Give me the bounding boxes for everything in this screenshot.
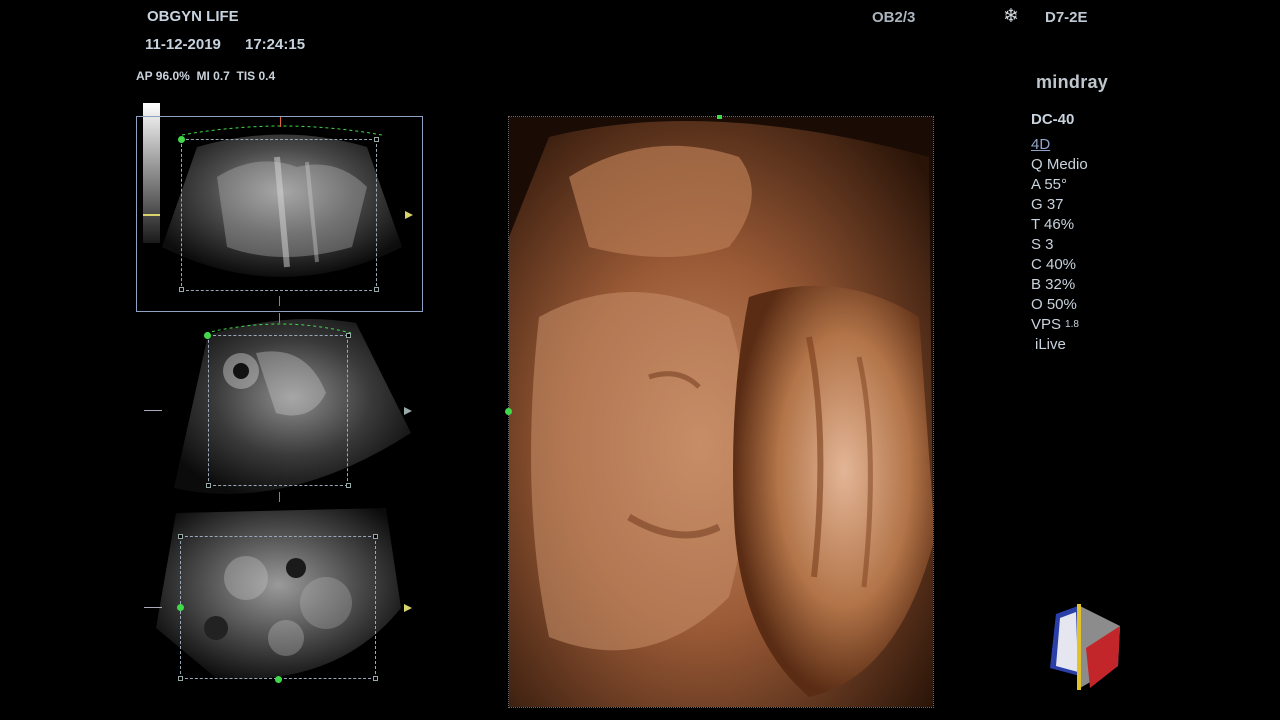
mindray-logo: mindray (1036, 72, 1109, 92)
green-marker[interactable] (204, 332, 211, 339)
arrow-icon[interactable] (404, 407, 412, 415)
orientation-cube-icon[interactable] (1046, 604, 1126, 692)
probe-name[interactable]: D7-2E (1045, 9, 1088, 26)
roi-handle[interactable] (346, 333, 351, 338)
snowflake-icon[interactable]: ❄ (1003, 5, 1019, 28)
param-angle[interactable]: A 55° (1031, 175, 1151, 195)
vps-value: 1.8 (1065, 319, 1079, 330)
roi-handle[interactable] (206, 483, 211, 488)
render-view-4d[interactable] (508, 116, 934, 708)
green-marker[interactable] (177, 604, 184, 611)
roi-handle[interactable] (179, 287, 184, 292)
param-panel: DC-40 4D Q Medio A 55° G 37 T 46% S 3 C … (1031, 110, 1151, 355)
roi-handle[interactable] (346, 483, 351, 488)
green-marker[interactable] (505, 408, 512, 415)
yellow-arrow-icon[interactable] (404, 604, 412, 612)
green-marker[interactable] (178, 136, 185, 143)
red-tick (280, 117, 281, 127)
roi-handle[interactable] (373, 676, 378, 681)
green-marker[interactable] (275, 676, 282, 683)
side-marker (144, 410, 162, 411)
roi-handle[interactable] (178, 534, 183, 539)
param-gain[interactable]: G 37 (1031, 195, 1151, 215)
exam-date: 11-12-2019 (145, 36, 221, 53)
green-marker[interactable] (717, 115, 722, 119)
param-quality[interactable]: Q Medio (1031, 155, 1151, 175)
exam-time: 17:24:15 (245, 36, 306, 53)
roi-handle[interactable] (374, 287, 379, 292)
param-vps[interactable]: VPS 1.8 (1031, 315, 1151, 335)
view-b-roi-box[interactable] (208, 335, 348, 486)
vps-label: VPS (1031, 316, 1062, 333)
institution-name: OBGYN LIFE (147, 8, 239, 25)
roi-handle[interactable] (373, 534, 378, 539)
mpr-view-c[interactable] (136, 508, 423, 688)
param-opacity[interactable]: O 50% (1031, 295, 1151, 315)
roi-handle[interactable] (374, 137, 379, 142)
side-marker (144, 607, 162, 608)
mpr-view-a[interactable] (136, 116, 423, 312)
model-name: DC-40 (1031, 111, 1075, 128)
red-tick (279, 313, 280, 323)
red-tick (279, 492, 280, 502)
param-brightness[interactable]: B 32% (1031, 275, 1151, 295)
red-tick (279, 296, 280, 306)
render-image (509, 117, 933, 707)
acoustic-output: AP 96.0% MI 0.7 TIS 0.4 (136, 69, 276, 83)
yellow-arrow-icon[interactable] (405, 211, 413, 219)
mode-4d[interactable]: 4D (1031, 135, 1151, 155)
param-render-mode[interactable]: iLive (1031, 335, 1151, 355)
mpr-view-b[interactable] (136, 313, 423, 507)
view-a-roi-box[interactable] (181, 139, 377, 291)
param-threshold[interactable]: T 46% (1031, 215, 1151, 235)
view-c-roi-box[interactable] (180, 536, 376, 679)
param-smooth[interactable]: S 3 (1031, 235, 1151, 255)
exam-preset[interactable]: OB2/3 (872, 9, 915, 26)
param-contrast[interactable]: C 40% (1031, 255, 1151, 275)
roi-handle[interactable] (178, 676, 183, 681)
